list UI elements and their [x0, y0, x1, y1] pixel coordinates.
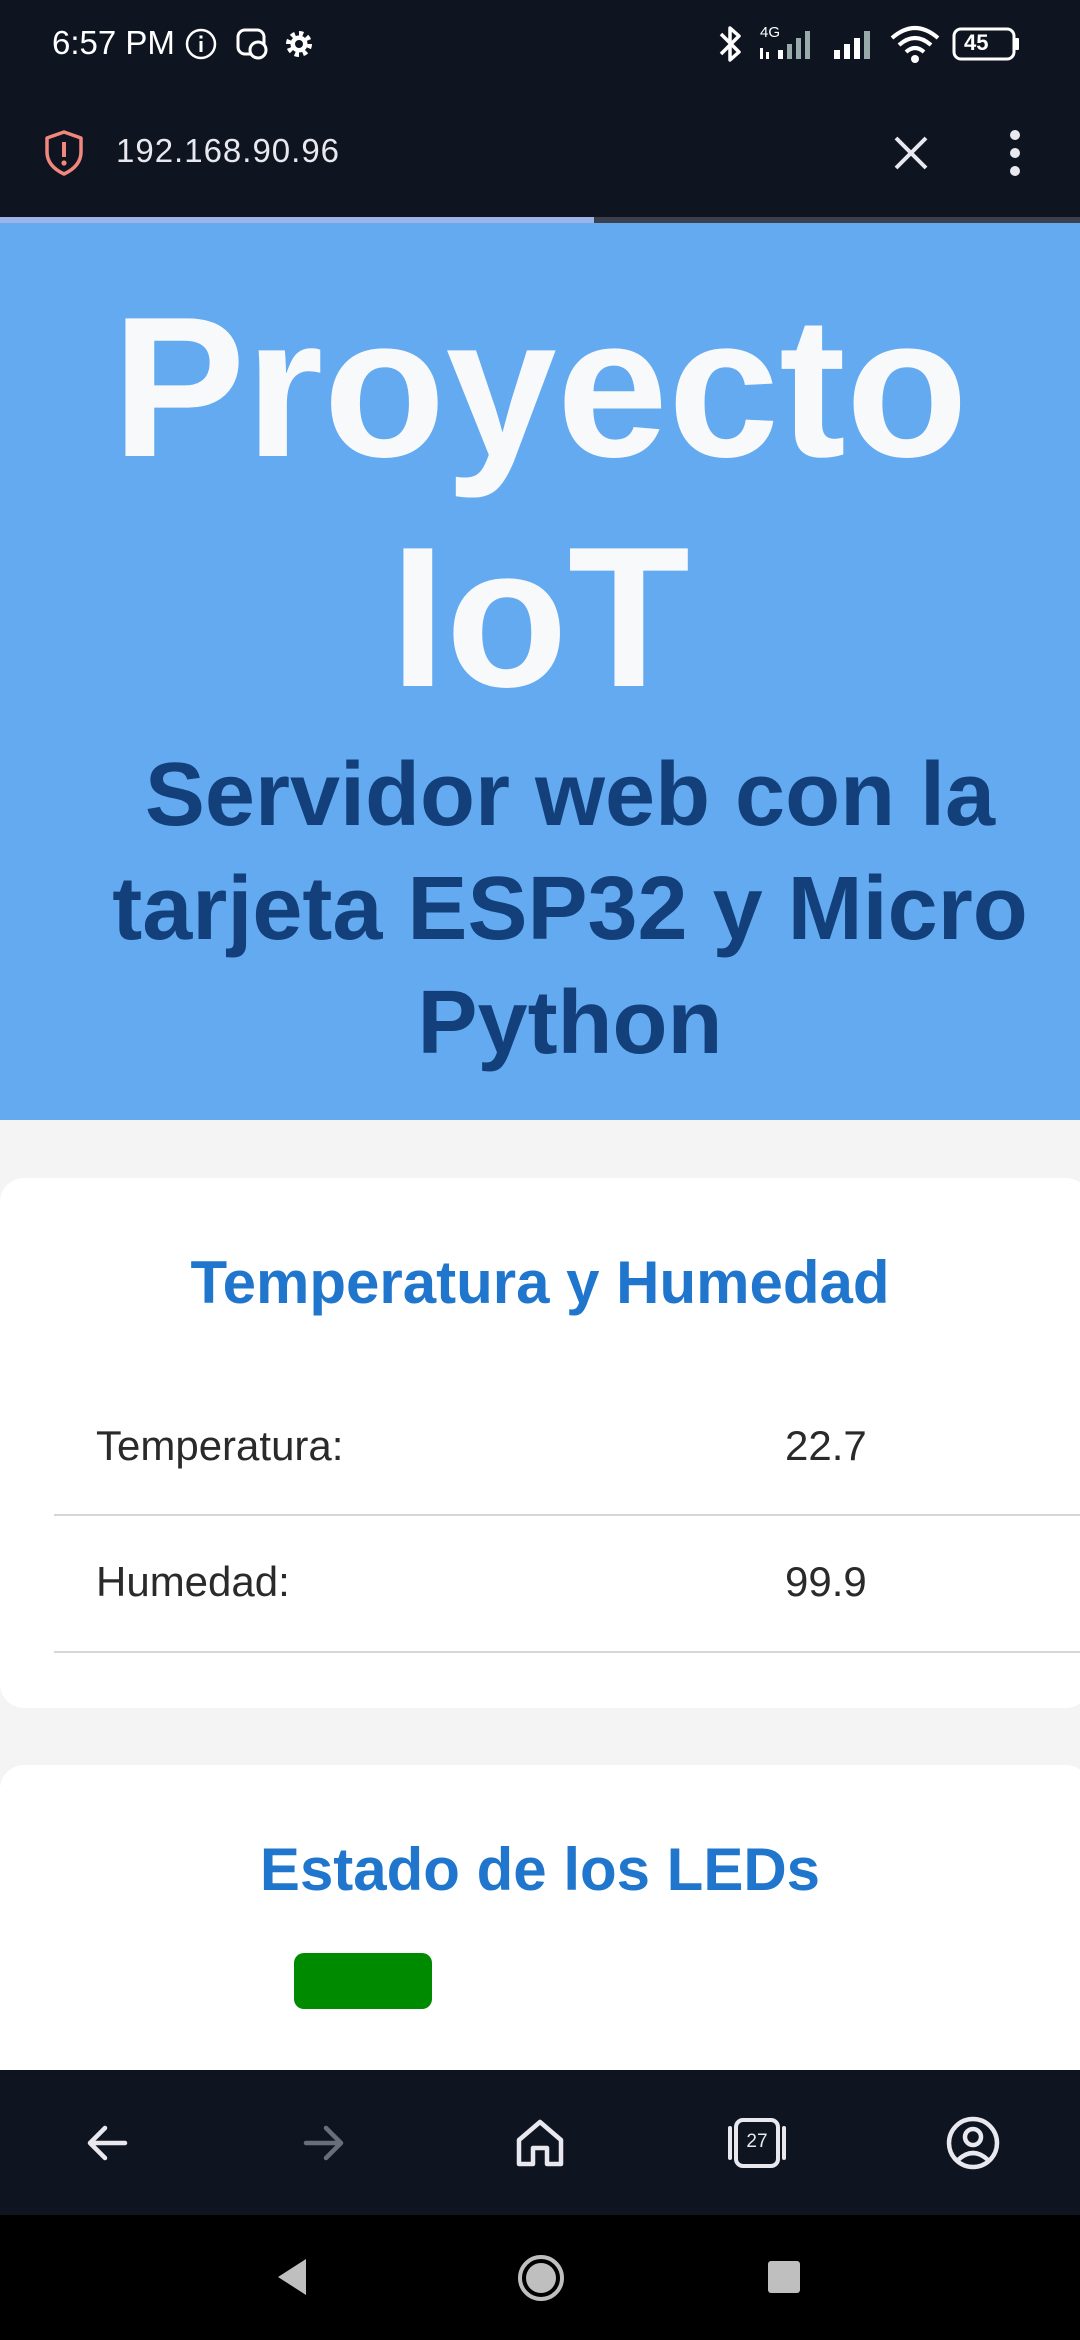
system-home-icon[interactable]	[516, 2253, 566, 2308]
back-arrow-icon[interactable]	[73, 2108, 143, 2178]
battery-level: 45	[964, 30, 989, 55]
row-divider	[54, 1651, 1080, 1653]
home-icon[interactable]	[505, 2108, 575, 2178]
signal-icon	[830, 22, 884, 71]
account-icon[interactable]	[938, 2108, 1008, 2178]
led-card	[0, 1765, 1080, 2070]
led-card-title: Estado de los LEDs	[259, 1836, 821, 1903]
humidity-label: Humedad:	[96, 1558, 290, 1605]
wifi-icon	[888, 22, 942, 71]
close-icon[interactable]	[888, 130, 934, 181]
battery-icon: 45	[952, 26, 1022, 67]
more-options-icon[interactable]	[1000, 126, 1030, 185]
network-type-label: 4G	[760, 24, 781, 41]
info-icon	[183, 26, 219, 67]
system-back-icon[interactable]	[272, 2255, 312, 2304]
status-time: 6:57 PM	[52, 24, 175, 61]
bluetooth-icon	[715, 22, 745, 71]
page-title: Proyecto IoT	[112, 276, 968, 729]
row-divider	[54, 1514, 1080, 1516]
sensor-card-title: Temperatura y Humedad	[190, 1249, 890, 1316]
page-subtitle: Servidor web con la tarjeta ESP32 y Micr…	[112, 745, 1028, 1073]
status-bar: 6:57 PM 4G 45	[0, 0, 1080, 90]
humidity-value: 99.9	[785, 1558, 867, 1605]
temperature-label: Temperatura:	[96, 1422, 344, 1469]
tabs-icon[interactable]: 27	[722, 2108, 792, 2178]
browser-bottom-nav: 27	[0, 2070, 1080, 2215]
system-recents-icon[interactable]	[766, 2259, 802, 2300]
signal-icon: 4G	[758, 22, 822, 71]
url-text[interactable]: 192.168.90.96	[116, 132, 340, 170]
settings-gear-icon	[281, 26, 317, 67]
forward-arrow-icon[interactable]	[288, 2108, 358, 2178]
warning-shield-icon[interactable]	[42, 128, 86, 183]
site-header: Proyecto IoT Servidor web con la tarjeta…	[0, 223, 1080, 1120]
browser-url-bar: 192.168.90.96	[0, 90, 1080, 220]
temperature-value: 22.7	[785, 1422, 867, 1469]
led-status-indicator	[294, 1953, 432, 2009]
tab-count: 27	[746, 2131, 768, 2152]
chat-bubble-icon	[234, 26, 270, 67]
system-nav-bar	[0, 2215, 1080, 2340]
